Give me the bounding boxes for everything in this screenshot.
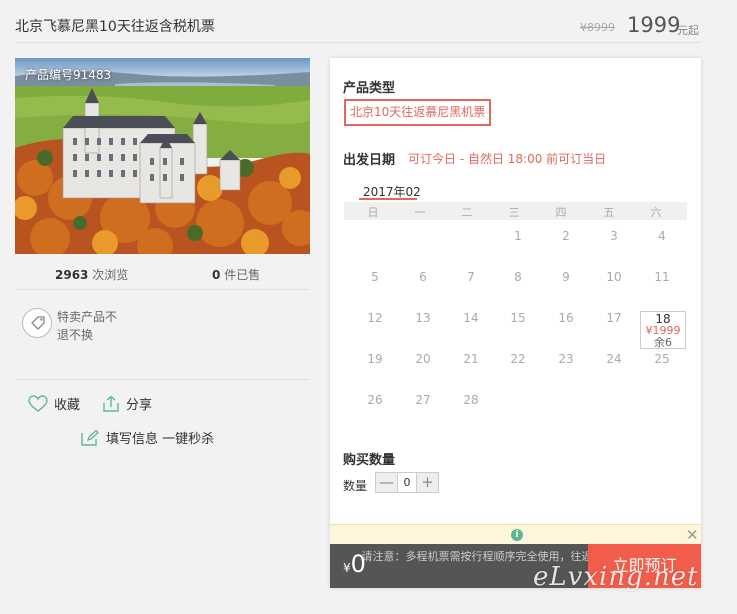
stats-divider (15, 289, 310, 290)
quantity-section-label: 购买数量 (343, 453, 396, 468)
quantity-value[interactable]: 0 (397, 473, 417, 492)
calendar-day: 6 (419, 270, 427, 284)
weekday-label: 五 (603, 206, 615, 219)
tag-icon (22, 308, 52, 338)
total-amount: 0 (350, 550, 366, 578)
calendar-day: 24 (606, 352, 622, 366)
calendar-day: 1 (514, 229, 522, 243)
quick-fill-label: 填写信息 一键秒杀 (106, 432, 215, 447)
calendar-day: 10 (606, 270, 622, 284)
product-type-option[interactable]: 北京10天往返慕尼黑机票 (344, 99, 492, 126)
current-price: 1999 (627, 13, 681, 37)
weekday-label: 三 (508, 206, 520, 219)
total-price: ¥0 (343, 550, 366, 578)
product-code: 产品编号91483 (25, 68, 112, 82)
month-underline (359, 198, 417, 200)
currency-symbol: ¥ (343, 561, 351, 575)
calendar-day: 19 (367, 352, 383, 366)
calendar-day: 12 (367, 311, 383, 325)
sold-label: 件已售 (224, 268, 261, 282)
selected-day-stock: 余6 (654, 336, 672, 349)
calendar-day: 16 (558, 311, 574, 325)
product-photo: 产品编号91483 (15, 58, 310, 254)
notice-bar: i ✕ (330, 524, 701, 544)
heart-icon (28, 394, 48, 412)
weekday-header: 日 一 二 三 四 五 六 (344, 202, 687, 220)
calendar-day: 23 (558, 352, 574, 366)
share-button[interactable]: 分享 (102, 394, 152, 413)
departure-note: 可订今日 - 自然日 18:00 前可订当日 (408, 152, 607, 166)
header-divider (15, 42, 701, 43)
edit-icon (81, 429, 99, 446)
departure-label: 出发日期 (343, 153, 396, 168)
quantity-stepper: — 0 + (375, 472, 439, 493)
weekday-label: 日 (367, 206, 379, 219)
special-sale-text: 特卖产品不退不换 (57, 310, 118, 342)
calendar-day: 2 (562, 229, 570, 243)
calendar-day: 8 (514, 270, 522, 284)
booking-panel: 产品类型 北京10天往返慕尼黑机票 出发日期 可订今日 - 自然日 18:00 … (330, 58, 701, 588)
calendar-day: 5 (371, 270, 379, 284)
calendar-day: 4 (658, 229, 666, 243)
calendar-day: 3 (610, 229, 618, 243)
calendar-day: 13 (415, 311, 431, 325)
calendar-day: 14 (463, 311, 479, 325)
calendar-day: 25 (654, 352, 670, 366)
decrement-button[interactable]: — (376, 473, 397, 492)
increment-button[interactable]: + (417, 473, 438, 492)
calendar-day-selected[interactable]: 18 ¥1999 余6 (640, 311, 686, 349)
calendar-day: 17 (606, 311, 622, 325)
favorite-button[interactable]: 收藏 (28, 394, 80, 413)
price-suffix: 元起 (677, 24, 699, 37)
calendar-day: 7 (467, 270, 475, 284)
special-divider (15, 379, 310, 380)
info-icon: i (511, 529, 523, 541)
castle-landscape-image (15, 58, 310, 254)
views-stat: 2963 次浏览 (55, 266, 128, 283)
product-header: 北京飞慕尼黑10天往返含税机票 ¥8999 1999 元起 (0, 0, 737, 46)
weekday-label: 二 (461, 206, 473, 219)
product-type-label: 产品类型 (343, 81, 396, 96)
sold-stat: 0 件已售 (212, 266, 260, 283)
original-price: ¥8999 (580, 21, 615, 34)
share-icon (103, 395, 119, 412)
weekday-label: 四 (555, 206, 567, 219)
views-count: 2963 (55, 268, 89, 282)
sold-count: 0 (212, 268, 221, 282)
weekday-label: 一 (414, 206, 426, 219)
close-icon[interactable]: ✕ (686, 525, 699, 545)
share-label: 分享 (126, 398, 153, 413)
product-title: 北京飞慕尼黑10天往返含税机票 (15, 19, 215, 35)
calendar-day: 28 (463, 393, 479, 407)
calendar-day: 26 (367, 393, 383, 407)
favorite-label: 收藏 (54, 398, 81, 413)
calendar-day: 21 (463, 352, 479, 366)
weekday-label: 六 (650, 206, 662, 219)
calendar-day: 27 (415, 393, 431, 407)
quantity-label: 数量 (343, 479, 368, 493)
quick-fill-button[interactable]: 填写信息 一键秒杀 (80, 428, 214, 447)
calendar-day: 22 (510, 352, 526, 366)
views-label: 次浏览 (92, 268, 129, 282)
calendar-day: 9 (562, 270, 570, 284)
watermark: eLvxing.net (533, 562, 699, 592)
calendar-day: 15 (510, 311, 526, 325)
product-stats: 2963 次浏览 0 件已售 (15, 264, 310, 284)
calendar-day: 11 (654, 270, 670, 284)
calendar-day: 20 (415, 352, 431, 366)
